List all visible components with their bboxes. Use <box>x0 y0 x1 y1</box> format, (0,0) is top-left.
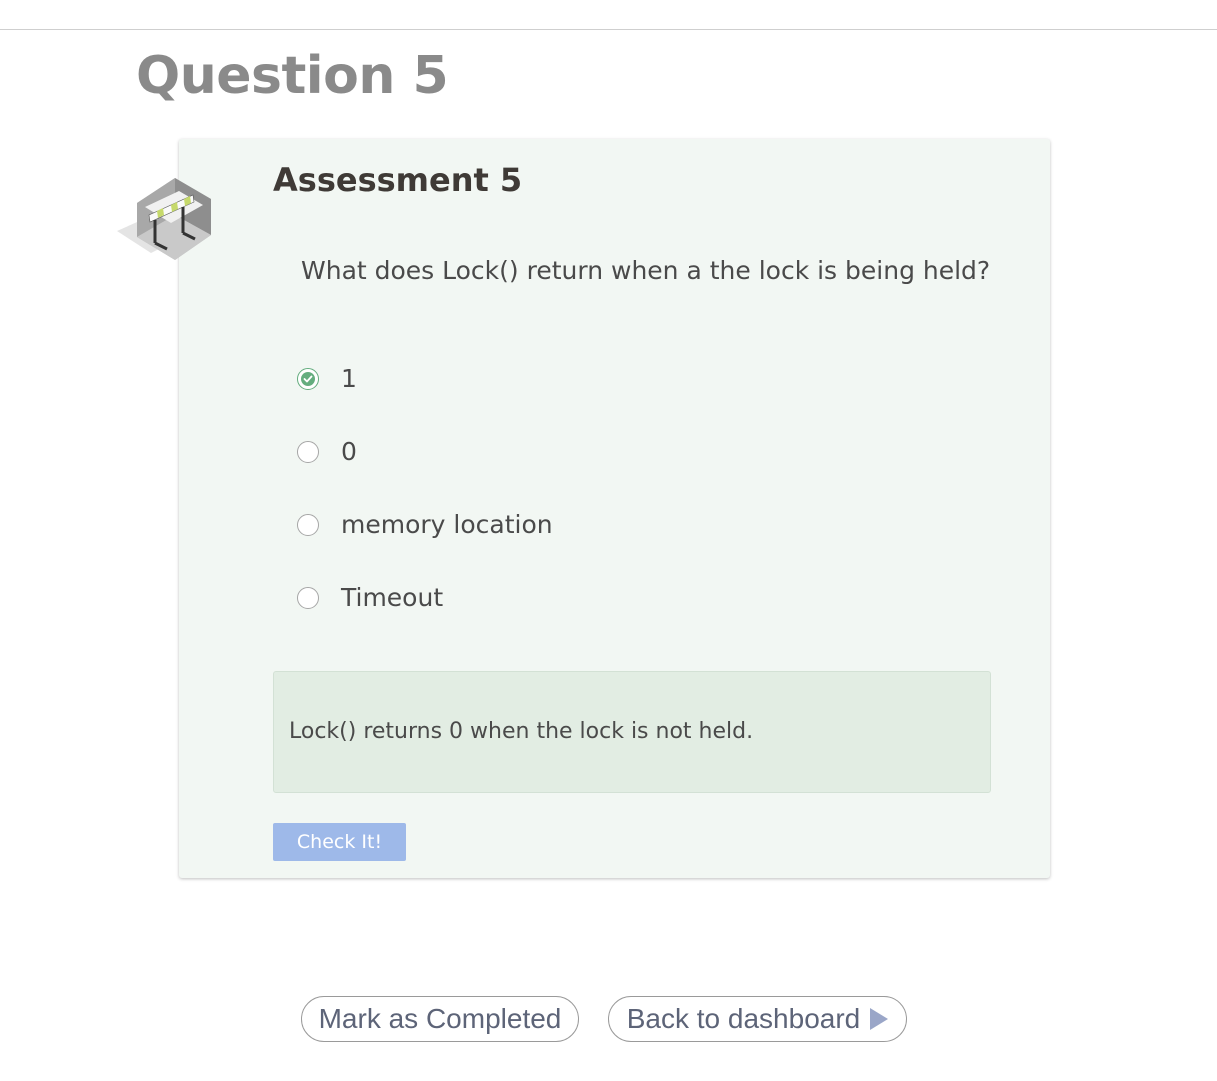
radio-icon[interactable] <box>297 587 319 609</box>
mark-as-completed-label: Mark as Completed <box>318 1003 562 1034</box>
option-2[interactable]: 0 <box>297 432 357 472</box>
back-to-dashboard-label: Back to dashboard <box>626 1003 861 1034</box>
check-it-button[interactable]: Check It! <box>273 823 406 861</box>
barrier-icon <box>117 178 211 260</box>
assessment-title: Assessment 5 <box>273 161 523 199</box>
option-label: 0 <box>341 437 357 466</box>
back-to-dashboard-button[interactable]: Back to dashboard <box>608 996 907 1042</box>
option-label: Timeout <box>341 583 444 612</box>
feedback-text: Lock() returns 0 when the lock is not he… <box>289 719 754 744</box>
question-text: What does Lock() return when a the lock … <box>301 256 991 285</box>
feedback-box: Lock() returns 0 when the lock is not he… <box>273 671 991 793</box>
option-3[interactable]: memory location <box>297 505 553 545</box>
radio-icon[interactable] <box>297 441 319 463</box>
option-label: 1 <box>341 364 357 393</box>
play-icon <box>870 1008 889 1030</box>
top-divider <box>0 29 1217 30</box>
radio-checked-icon[interactable] <box>297 368 319 390</box>
option-label: memory location <box>341 510 553 539</box>
mark-as-completed-button[interactable]: Mark as Completed <box>301 996 579 1042</box>
option-4[interactable]: Timeout <box>297 578 443 618</box>
page-title: Question 5 <box>136 46 449 106</box>
option-1[interactable]: 1 <box>297 359 357 399</box>
checkmark-icon <box>303 375 313 383</box>
radio-icon[interactable] <box>297 514 319 536</box>
